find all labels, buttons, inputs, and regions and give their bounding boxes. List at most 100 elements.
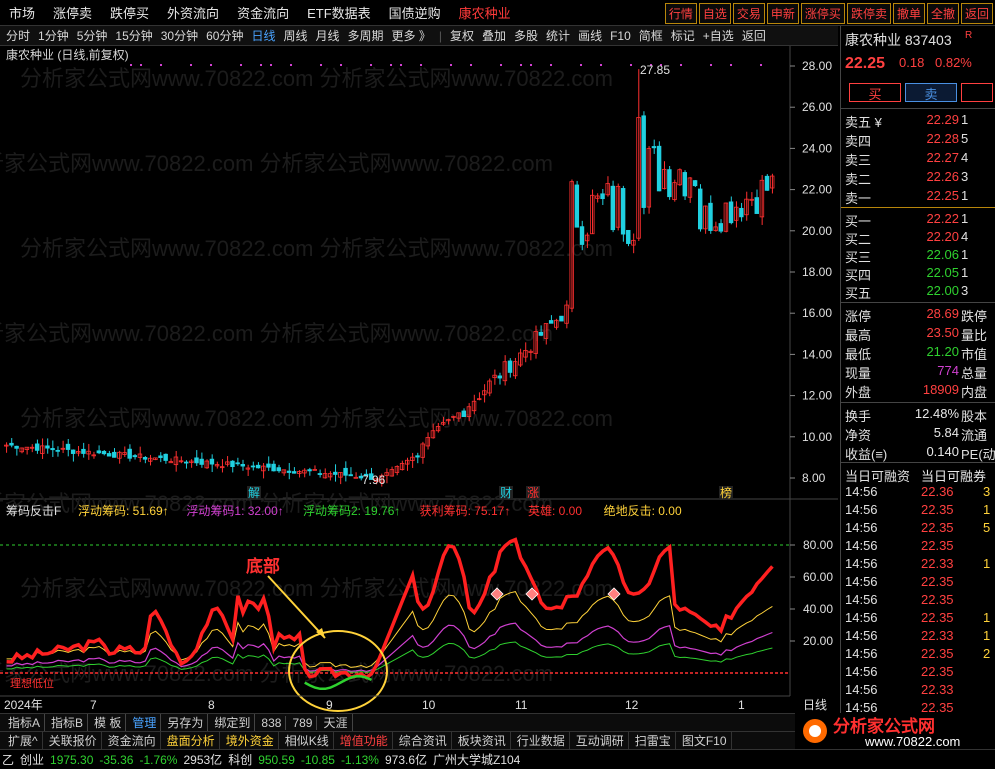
period-tab-5[interactable]: 60分钟: [206, 27, 243, 44]
stat2-row-0: 换手 12.48% 股本: [843, 406, 995, 424]
tool-button-3[interactable]: 统计: [546, 27, 570, 44]
period-tab-3[interactable]: 15分钟: [115, 27, 152, 44]
tool-button-5[interactable]: F10: [610, 29, 631, 43]
candle-body: [230, 460, 235, 467]
period-tab-2[interactable]: 5分钟: [77, 27, 108, 44]
kline-chart[interactable]: 分析家公式网www.70822.com 分析家公式网www.70822.com …: [0, 46, 838, 714]
candle-body: [158, 455, 163, 458]
function-tab-0[interactable]: 扩展^: [4, 732, 43, 749]
candle-body: [163, 453, 168, 461]
quick-button-3[interactable]: 申新: [766, 3, 799, 24]
candle-body: [307, 469, 312, 472]
period-tab-10[interactable]: 更多 》: [392, 27, 431, 44]
menu-item-4[interactable]: 资金流向: [228, 3, 298, 22]
more-button[interactable]: [961, 83, 993, 102]
quick-button-7[interactable]: 全撤: [926, 3, 959, 24]
menu-stock-tag[interactable]: 康农种业: [450, 3, 520, 22]
function-tab-6[interactable]: 增值功能: [336, 732, 393, 749]
bid-row-2-extra: 1: [961, 247, 969, 262]
function-tab-1[interactable]: 关联报价: [45, 732, 102, 749]
function-tab-4[interactable]: 境外资金: [222, 732, 279, 749]
stat-row-2-value: 21.20: [926, 344, 959, 359]
tool-button-1[interactable]: 叠加: [482, 27, 506, 44]
indicator-tab-5[interactable]: 绑定到: [210, 714, 256, 731]
tick-time: 14:56: [845, 520, 878, 535]
tool-button-2[interactable]: 多股: [514, 27, 538, 44]
period-tab-6[interactable]: 日线: [251, 27, 275, 44]
tool-button-9[interactable]: 返回: [742, 27, 766, 44]
candle-body: [81, 448, 86, 454]
indicator-tab-4[interactable]: 另存为: [163, 714, 209, 731]
tool-button-0[interactable]: 复权: [450, 27, 474, 44]
indicator-tab-1[interactable]: 指标B: [47, 714, 89, 731]
menu-item-5[interactable]: ETF数据表: [298, 3, 380, 22]
buy-button[interactable]: 买: [849, 83, 901, 102]
candle-body: [343, 467, 348, 476]
menu-item-6[interactable]: 国债逆购: [380, 3, 450, 22]
quick-button-1[interactable]: 自选: [698, 3, 731, 24]
menu-item-2[interactable]: 跌停买: [101, 3, 158, 22]
bid-row-3-extra: 1: [961, 265, 969, 280]
quick-button-8[interactable]: 返回: [960, 3, 993, 24]
margin-buy-label: 当日可融资: [845, 469, 911, 484]
quick-button-0[interactable]: 行情: [664, 3, 697, 24]
function-tab-2[interactable]: 资金流向: [104, 732, 161, 749]
function-tab-12[interactable]: 图文F10: [678, 732, 732, 749]
tick-row: 14:56 22.35 5: [843, 520, 995, 538]
stat-row-0-label: 涨停: [845, 309, 872, 324]
index-b-name: 创业: [20, 753, 45, 767]
tool-button-7[interactable]: 标记: [671, 27, 695, 44]
function-tab-9[interactable]: 行业数据: [513, 732, 570, 749]
function-tab-8[interactable]: 板块资讯: [454, 732, 511, 749]
menu-item-1[interactable]: 涨停卖: [44, 3, 101, 22]
bid-row-1-extra: 4: [961, 229, 969, 244]
indicator-tab-3[interactable]: 管理: [128, 714, 162, 731]
candle-body: [579, 226, 585, 245]
tool-button-4[interactable]: 画线: [578, 27, 602, 44]
period-tab-9[interactable]: 多周期: [348, 27, 384, 44]
stat2-row-2-label: 收益(≡): [845, 447, 888, 462]
indicator-tab-0[interactable]: 指标A: [4, 714, 46, 731]
bid-row-3: 买四 22.05 1: [843, 265, 995, 283]
stat-row-3-label: 现量: [845, 366, 872, 381]
indicator-tab-2[interactable]: 模 板: [90, 714, 127, 731]
menu-item-0[interactable]: 市场: [0, 3, 44, 22]
menu-item-3[interactable]: 外资流向: [158, 3, 228, 22]
bid-row-0-value: 22.22: [926, 211, 959, 226]
tool-button-8[interactable]: +自选: [703, 27, 734, 44]
candle-body: [250, 465, 256, 468]
stat-row-0-extra: 跌停: [961, 309, 988, 324]
stock-name: 康农种业 837403: [845, 32, 952, 48]
sell-button[interactable]: 卖: [905, 83, 957, 102]
ask-row-0-extra: 1: [961, 112, 969, 127]
candle-body: [728, 201, 734, 224]
indicator-tab-8[interactable]: 天涯: [319, 714, 353, 731]
period-tab-0[interactable]: 分时: [6, 27, 30, 44]
ask-row-0-value: 22.29: [926, 112, 959, 127]
candle-body: [255, 464, 261, 469]
quick-button-5[interactable]: 跌停卖: [846, 3, 891, 24]
period-tab-7[interactable]: 周线: [283, 27, 307, 44]
period-tab-4[interactable]: 30分钟: [161, 27, 198, 44]
tick-price: 22.35: [921, 520, 954, 535]
function-tab-5[interactable]: 相似K线: [281, 732, 334, 749]
x-axis-label: 12: [625, 698, 639, 712]
stat-row-2: 最低 21.20 市值: [843, 344, 995, 362]
tick-price: 22.35: [921, 664, 954, 679]
function-tab-11[interactable]: 扫雷宝: [631, 732, 676, 749]
indicator-readout: 浮动筹码1: 32.00↑: [186, 504, 283, 518]
indicator-tab-6[interactable]: 838: [257, 715, 287, 730]
quick-button-2[interactable]: 交易: [732, 3, 765, 24]
function-tab-3[interactable]: 盘面分析: [163, 732, 220, 749]
ask-row-4-label: 卖一: [845, 191, 872, 206]
tool-button-6[interactable]: 简框: [639, 27, 663, 44]
quick-button-4[interactable]: 涨停买: [800, 3, 845, 24]
quick-button-6[interactable]: 撤单: [892, 3, 925, 24]
tick-qty: 3: [983, 484, 991, 499]
indicator-tab-7[interactable]: 789: [288, 715, 318, 730]
period-tab-8[interactable]: 月线: [316, 27, 340, 44]
function-tab-7[interactable]: 综合资讯: [395, 732, 452, 749]
period-tab-1[interactable]: 1分钟: [38, 27, 69, 44]
function-tab-10[interactable]: 互动调研: [572, 732, 629, 749]
candle-body: [559, 315, 564, 322]
